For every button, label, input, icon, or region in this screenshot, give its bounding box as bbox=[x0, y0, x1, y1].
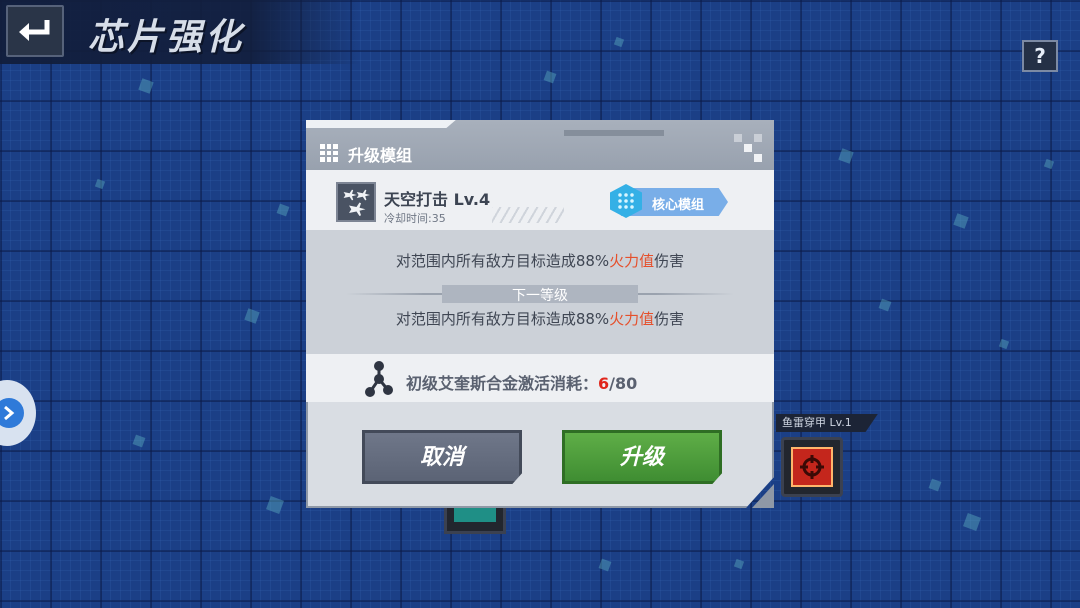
bg-particle bbox=[132, 434, 146, 448]
side-expand-button[interactable] bbox=[0, 380, 36, 446]
cancel-button[interactable]: 取消 bbox=[362, 430, 522, 484]
dialog-title: 升级模组 bbox=[348, 146, 413, 165]
bg-particle bbox=[838, 148, 854, 164]
bg-particle bbox=[963, 513, 981, 531]
skill-name: 天空打击 Lv.4 bbox=[384, 190, 491, 209]
bg-particle bbox=[733, 558, 745, 570]
skill-cooldown: 冷却时间:35 bbox=[384, 212, 446, 225]
bg-particle bbox=[598, 558, 612, 572]
bg-particle bbox=[953, 213, 969, 229]
activation-cost: 初级艾奎斯合金激活消耗：6/80 bbox=[406, 374, 638, 393]
return-arrow-icon bbox=[19, 20, 50, 41]
jets-icon bbox=[336, 182, 376, 222]
bg-particle bbox=[276, 203, 290, 217]
bg-particle bbox=[878, 298, 892, 312]
bg-particle bbox=[94, 178, 106, 190]
next-level-label: 下一等级 bbox=[512, 288, 568, 304]
bg-particle bbox=[928, 478, 942, 492]
back-button[interactable] bbox=[6, 5, 64, 57]
bg-particle bbox=[998, 338, 1010, 350]
chevron-right-icon bbox=[4, 405, 15, 421]
bg-particle bbox=[266, 496, 284, 514]
pixel-decoration bbox=[734, 134, 762, 162]
dialog-header: 升级模组 bbox=[306, 120, 774, 170]
molecule-icon bbox=[365, 361, 393, 397]
upgrade-dialog: 升级模组 天空打击 Lv.4 冷却时间:35 核心模组 对范围内所有敌方目标造成… bbox=[306, 120, 774, 508]
bg-particle bbox=[543, 70, 557, 84]
bg-particle bbox=[138, 78, 154, 94]
upgrade-button[interactable]: 升级 bbox=[562, 430, 722, 484]
bg-particle bbox=[613, 36, 625, 48]
grid-icon bbox=[320, 144, 338, 162]
target-icon bbox=[800, 455, 824, 479]
page-title: 芯片强化 bbox=[88, 16, 245, 58]
bg-particle bbox=[1043, 158, 1055, 170]
help-button[interactable]: ? bbox=[1022, 40, 1058, 72]
bg-particle bbox=[244, 308, 260, 324]
next-effect-text: 对范围内所有敌方目标造成88%火力值伤害 bbox=[395, 310, 685, 328]
core-module-badge-label: 核心模组 bbox=[652, 198, 705, 213]
module-slot-red[interactable] bbox=[781, 437, 843, 497]
current-effect-text: 对范围内所有敌方目标造成88%火力值伤害 bbox=[395, 252, 685, 270]
module-name-tag: 鱼雷穿甲 Lv.1 bbox=[776, 414, 878, 432]
